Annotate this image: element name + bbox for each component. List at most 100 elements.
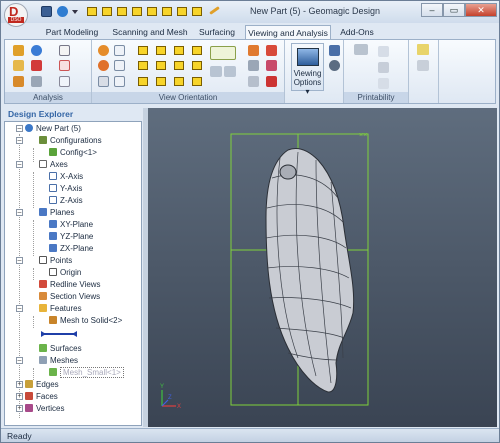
tree-node-features[interactable]: Features [39,303,82,315]
tree-node-yz-plane[interactable]: YZ-Plane [49,231,93,243]
tab-surfacing[interactable]: Surfacing [193,25,241,39]
tree-node-surfaces[interactable]: Surfaces [39,343,82,355]
light-icon[interactable] [266,45,277,56]
tree-node-vertices[interactable]: Vertices [25,403,64,415]
expand-toggle[interactable]: + [16,381,23,388]
tree-line [33,172,34,208]
fit-icon[interactable] [98,76,109,87]
measure-icon[interactable] [13,45,24,56]
tree-node-zx-plane[interactable]: ZX-Plane [49,243,93,255]
tree-node-z-axis[interactable]: Z-Axis [49,195,83,207]
shade-icon[interactable] [266,60,277,71]
warning-icon[interactable] [417,44,429,55]
tree-node-y-axis[interactable]: Y-Axis [49,183,82,195]
expand-toggle[interactable]: – [16,125,23,132]
section-view-icon[interactable] [192,77,202,86]
right-view-icon[interactable] [192,46,202,55]
mesh-model[interactable] [265,147,355,393]
expand-toggle[interactable]: + [16,393,23,400]
tree-node-x-axis[interactable]: X-Axis [49,171,83,183]
paint-icon[interactable] [31,60,42,71]
analysis-group: Analysis [5,40,92,103]
tree-node-configurations[interactable]: Configurations [39,135,102,147]
viewing-options-icon [296,48,319,66]
rotate-left-icon[interactable] [210,66,222,77]
tree-node-origin[interactable]: Origin [49,267,81,279]
print-icon[interactable] [354,44,368,55]
preview-icon[interactable] [378,46,389,57]
tape-icon[interactable] [13,76,24,87]
rollback-bar-icon[interactable] [41,331,77,337]
front-view-icon[interactable] [138,46,148,55]
pan-icon[interactable] [98,45,109,56]
zoom-window-icon[interactable] [114,60,125,71]
custom-view-icon[interactable] [156,77,166,86]
tree-line [33,148,34,162]
trimetric-view-icon[interactable] [138,77,148,86]
page-icon[interactable] [59,45,70,56]
viewing-options-label-1: Viewing [293,69,322,78]
close-button[interactable]: ✕ [465,3,497,17]
rotate-right-icon[interactable] [224,66,236,77]
view-orientation-group: View Orientation [92,40,285,103]
zoom-icon[interactable] [114,45,125,56]
tree-node-mesh-small[interactable]: Mesh_Small<1> [49,367,124,379]
expand-toggle[interactable]: – [16,357,23,364]
dimetric-view-icon[interactable] [192,61,202,70]
bottom-view-icon[interactable] [156,61,166,70]
tree-node-edges[interactable]: Edges [25,379,59,391]
3d-viewport[interactable]: ×× Y X Z [148,108,497,427]
stack-icon[interactable] [417,60,429,71]
expand-toggle[interactable]: – [16,257,23,264]
tree-node-meshes[interactable]: Meshes [39,355,78,367]
display-icon[interactable] [248,76,259,87]
model-canvas[interactable]: ×× Y X Z [148,108,497,427]
render-icon[interactable] [248,60,259,71]
tab-add-ons[interactable]: Add-Ons [337,25,377,39]
monitor-icon[interactable] [329,45,340,56]
grid-icon[interactable] [266,76,277,87]
tree-node-root[interactable]: New Part (5) [25,123,81,135]
tree-node-section-views[interactable]: Section Views [39,291,100,303]
tab-viewing-and-analysis[interactable]: Viewing and Analysis [245,25,331,39]
tab-part-modeling[interactable]: Part Modeling [37,25,107,39]
tree-node-points[interactable]: Points [39,255,72,267]
expand-toggle[interactable]: – [16,209,23,216]
mesh-icon [49,368,57,376]
viewing-options-button[interactable]: Viewing Options ▾ [291,43,324,96]
check-icon[interactable] [378,78,389,89]
rotate-icon[interactable] [98,60,109,71]
tree-node-faces[interactable]: Faces [25,391,58,403]
meshes-icon [39,356,47,364]
export-icon[interactable] [378,62,389,73]
tree-node-planes[interactable]: Planes [39,207,74,219]
tree-node-config1[interactable]: Config<1> [49,147,97,159]
color-icon[interactable] [31,45,42,56]
expand-toggle[interactable]: – [16,137,23,144]
minimize-button[interactable]: – [421,3,443,17]
iso-view-icon[interactable] [174,61,184,70]
magnify-icon[interactable] [114,76,125,87]
tree-node-xy-plane[interactable]: XY-Plane [49,219,93,231]
maximize-button[interactable]: ▭ [443,3,465,17]
prev-view-icon[interactable] [210,46,236,60]
camera-icon[interactable] [248,45,259,56]
curve-icon[interactable] [59,60,70,71]
formula-icon[interactable] [59,76,70,87]
lock-icon[interactable] [13,60,24,71]
left-view-icon[interactable] [174,46,184,55]
expand-toggle[interactable]: – [16,161,23,168]
tree-node-redline-views[interactable]: Redline Views [39,279,101,291]
back-view-icon[interactable] [156,46,166,55]
normal-view-icon[interactable] [174,77,184,86]
mass-icon[interactable] [31,76,42,87]
print-settings-icon[interactable] [329,60,340,71]
tree-node-label: ZX-Plane [60,244,94,253]
expand-toggle[interactable]: – [16,305,23,312]
expand-toggle[interactable]: + [16,405,23,412]
tree-node-label: XY-Plane [60,220,94,229]
top-view-icon[interactable] [138,61,148,70]
tree-node-axes[interactable]: Axes [39,159,68,171]
tab-scanning-and-mesh[interactable]: Scanning and Mesh [109,25,191,39]
tree-node-mesh-to-solid[interactable]: Mesh to Solid<2> [49,315,122,327]
